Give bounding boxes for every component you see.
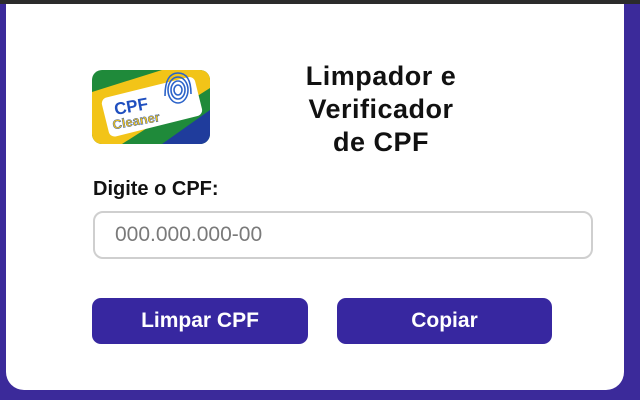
title-line: Verificador (308, 94, 454, 124)
cpf-field-label: Digite o CPF: (93, 178, 219, 200)
cpf-input[interactable] (93, 211, 593, 259)
clean-cpf-button[interactable]: Limpar CPF (92, 298, 308, 344)
title-line: de CPF (332, 127, 429, 157)
logo-graphic: CPF Cleaner (92, 70, 210, 144)
cpf-cleaner-logo: CPF Cleaner (92, 70, 210, 144)
copy-button[interactable]: Copiar (337, 298, 552, 344)
popup-card: CPF Cleaner Limpador e Verificador de CP… (6, 4, 624, 390)
title-line: Limpador e (305, 61, 457, 91)
page-title: Limpador e Verificador de CPF (256, 60, 506, 159)
